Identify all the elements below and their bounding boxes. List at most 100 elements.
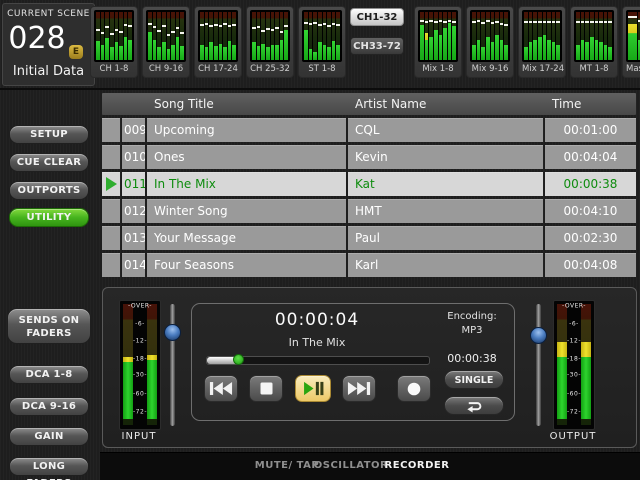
- song-time: 00:02:30: [545, 226, 636, 250]
- cue-clear-button[interactable]: CUE CLEAR: [9, 153, 89, 172]
- progress-knob[interactable]: [233, 354, 244, 365]
- meter-tile[interactable]: CH 9-16: [142, 6, 190, 78]
- repeat-icon: [464, 399, 485, 413]
- table-row[interactable]: 010 Ones Kevin 00:04:04: [102, 145, 636, 169]
- channel-meters: [522, 10, 562, 62]
- channel-meters: [250, 10, 290, 62]
- table-row[interactable]: 012 Winter Song HMT 00:04:10: [102, 199, 636, 223]
- meter-tile[interactable]: Master: [622, 6, 640, 78]
- bank-button-ch1-32[interactable]: CH1-32: [350, 8, 404, 26]
- record-button[interactable]: [397, 375, 431, 402]
- meter-scale-label: -60-: [554, 391, 594, 398]
- meter-tile[interactable]: Mix 9-16: [466, 6, 514, 78]
- progress-bar[interactable]: [206, 356, 430, 365]
- tab-recorder[interactable]: RECORDER: [385, 460, 450, 471]
- table-row[interactable]: 013 Your Message Paul 00:02:30: [102, 226, 636, 250]
- meter-bridge: CURRENT SCENE 028 E Initial Data CH 1-8C…: [0, 0, 640, 90]
- channel-meters: [574, 10, 614, 62]
- long-faders-button[interactable]: LONG FADERS: [9, 457, 89, 476]
- table-row[interactable]: 014 Four Seasons Karl 00:04:08: [102, 253, 636, 277]
- meter-tile-label: Mix 17-24: [522, 62, 562, 76]
- previous-track-button[interactable]: [204, 375, 238, 402]
- current-scene-panel[interactable]: CURRENT SCENE 028 E Initial Data: [2, 3, 95, 86]
- bottom-tab-bar: MUTE/ TAP OSCILLATOR RECORDER: [100, 452, 640, 480]
- channel-meters: [302, 10, 342, 62]
- play-indicator-cell: [102, 145, 120, 169]
- song-number: 014: [122, 253, 145, 277]
- song-artist: HMT: [348, 199, 543, 223]
- output-fader-track: [536, 304, 541, 426]
- meter-scale-label: -6-: [120, 321, 160, 328]
- scene-name: Initial Data: [3, 64, 94, 79]
- meter-tile-label: Master: [626, 62, 640, 76]
- repeat-button[interactable]: [444, 396, 504, 415]
- song-artist: CQL: [348, 118, 543, 142]
- next-track-button[interactable]: [342, 375, 376, 402]
- meter-tile-label: MT 1-8: [574, 62, 614, 76]
- song-time: 00:01:00: [545, 118, 636, 142]
- song-title: Four Seasons: [147, 253, 346, 277]
- meter-scale-label: -60-: [120, 391, 160, 398]
- stop-button[interactable]: [249, 375, 283, 402]
- song-title: Your Message: [147, 226, 346, 250]
- meter-scale-label: -6-: [554, 321, 594, 328]
- dca-1-8-button[interactable]: DCA 1-8: [9, 365, 89, 384]
- meter-tile[interactable]: Mix 1-8: [414, 6, 462, 78]
- utility-button[interactable]: UTILITY: [9, 208, 89, 227]
- recorder-panel: -OVER--6--12--18--30--60--72- INPUT 00:0…: [102, 287, 637, 448]
- channel-meters: [146, 10, 186, 62]
- meter-tile-label: ST 1-8: [302, 62, 342, 76]
- setup-button[interactable]: SETUP: [9, 125, 89, 144]
- dca-9-16-button[interactable]: DCA 9-16: [9, 397, 89, 416]
- play-indicator-cell: [102, 172, 120, 196]
- sidebar: SETUP CUE CLEAR OUTPORTS UTILITY SENDS O…: [0, 88, 98, 480]
- tab-mute-tap[interactable]: MUTE/ TAP: [255, 460, 319, 471]
- meter-tiles-right: Mix 1-8Mix 9-16 Mix 17-24 MT 1-8 Master: [414, 6, 640, 78]
- play-pause-button[interactable]: [295, 375, 331, 402]
- next-icon: [347, 381, 371, 396]
- song-time: 00:04:08: [545, 253, 636, 277]
- current-scene-label: CURRENT SCENE: [3, 9, 94, 19]
- song-title: In The Mix: [147, 172, 346, 196]
- input-fader[interactable]: [164, 304, 181, 426]
- song-title: Winter Song: [147, 199, 346, 223]
- meter-tiles-left: CH 1-8CH 9-16CH 17-24 CH 25-32 ST 1-8: [90, 6, 346, 78]
- input-fader-knob[interactable]: [164, 324, 181, 341]
- single-mode-button[interactable]: SINGLE: [444, 370, 504, 389]
- output-fader-knob[interactable]: [530, 327, 547, 344]
- channel-meters: [470, 10, 510, 62]
- song-number: 011: [122, 172, 145, 196]
- meter-tile[interactable]: CH 17-24: [194, 6, 242, 78]
- meter-tile[interactable]: ST 1-8: [298, 6, 346, 78]
- sends-on-faders-button[interactable]: SENDS ON FADERS: [7, 308, 91, 344]
- input-level-meter: -OVER--6--12--18--30--60--72-: [119, 300, 161, 430]
- bank-button-ch33-72[interactable]: CH33-72: [350, 37, 404, 55]
- output-fader[interactable]: [530, 304, 547, 426]
- song-time: 00:04:04: [545, 145, 636, 169]
- total-time-display: 00:00:38: [432, 352, 512, 365]
- song-number: 010: [122, 145, 145, 169]
- gain-button[interactable]: GAIN: [9, 427, 89, 446]
- channel-meters: [94, 10, 134, 62]
- meter-tile[interactable]: Mix 17-24: [518, 6, 566, 78]
- meter-scale-label: -18-: [120, 355, 160, 362]
- meter-tile[interactable]: CH 25-32: [246, 6, 294, 78]
- table-row[interactable]: 009 Upcoming CQL 00:01:00: [102, 118, 636, 142]
- tab-oscillator[interactable]: OSCILLATOR: [314, 460, 389, 471]
- meter-tile-label: CH 25-32: [250, 62, 290, 76]
- meter-scale-label: -30-: [120, 372, 160, 379]
- meter-tile[interactable]: CH 1-8: [90, 6, 138, 78]
- song-artist: Karl: [348, 253, 543, 277]
- outports-button[interactable]: OUTPORTS: [9, 181, 89, 200]
- column-time: Time: [545, 93, 636, 115]
- meter-scale-label: -12-: [120, 337, 160, 344]
- meter-tile[interactable]: MT 1-8: [570, 6, 618, 78]
- table-row[interactable]: 011 In The Mix Kat 00:00:38: [102, 172, 636, 196]
- meter-scale-label: -OVER-: [120, 303, 160, 310]
- song-time: 00:04:10: [545, 199, 636, 223]
- song-number: 012: [122, 199, 145, 223]
- channel-bank-buttons: CH1-32 CH33-72: [350, 8, 404, 66]
- input-fader-track: [170, 304, 175, 426]
- scene-edit-badge: E: [69, 45, 83, 59]
- mixer-recorder-screen: CURRENT SCENE 028 E Initial Data CH 1-8C…: [0, 0, 640, 480]
